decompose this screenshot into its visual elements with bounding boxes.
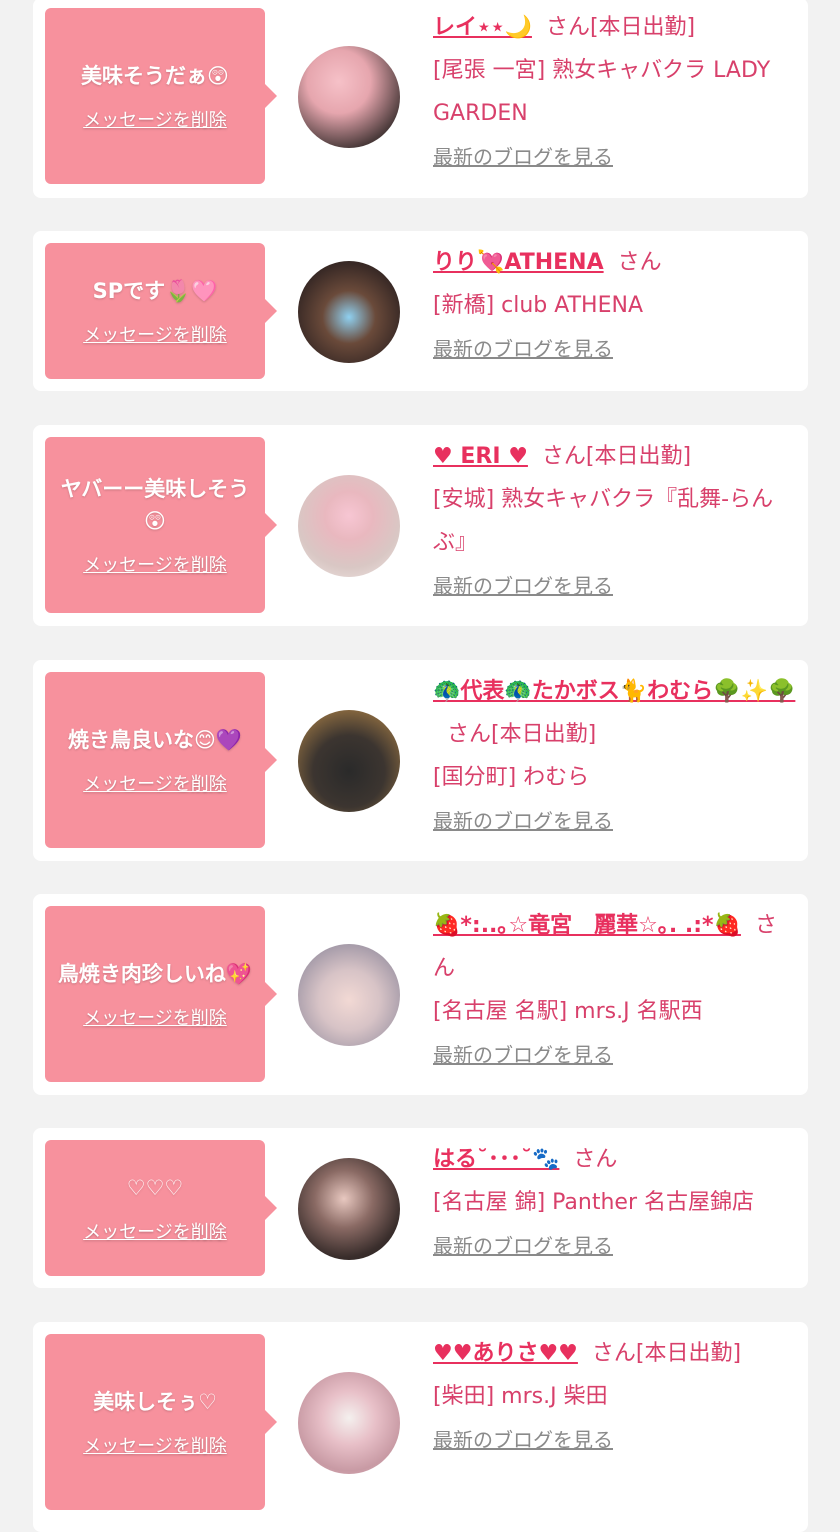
avatar[interactable] [298,261,400,363]
shop-name: [名古屋 名駅] mrs.J 名駅西 [433,999,703,1024]
message-card: SPです🌷🩷 メッセージを削除 りり💘ATHENA さん [新橋] club AT… [33,231,808,391]
cast-name-link[interactable]: りり💘ATHENA [433,250,604,275]
message-text: 美味しそぅ♡ [93,1390,217,1414]
delete-message-link[interactable]: メッセージを削除 [83,321,227,347]
delete-message-link[interactable]: メッセージを削除 [83,1004,227,1030]
name-line: りり💘ATHENA さん [433,241,798,284]
honorific: さん[本日出勤] [447,722,597,747]
avatar[interactable] [298,1158,400,1260]
shop-name: [安城] 熟女キャバクラ『乱舞-らんぶ』 [433,487,774,555]
cast-name-link[interactable]: レイ⋆⋆🌙 [433,15,532,40]
honorific: さん[本日出勤] [591,1341,742,1366]
cast-info: りり💘ATHENA さん [新橋] club ATHENA 最新のブログを見る [433,241,798,362]
message-text: 鳥焼き肉珍しいね💖 [57,962,253,986]
message-bubble: SPです🌷🩷 メッセージを削除 [45,243,277,379]
message-bubble: 美味そうだぁ😲 メッセージを削除 [45,8,277,184]
cast-info: 🦚代表🦚たかボス🐈わむら🌳✨🌳 さん[本日出勤] [国分町] わむら 最新のブログ… [433,670,798,834]
name-line: ♥ ERI ♥ さん[本日出勤] [433,435,798,478]
message-bubble: 美味しそぅ♡ メッセージを削除 [45,1334,277,1510]
view-blog-link[interactable]: 最新のブログを見る [433,1230,613,1259]
cast-info: はる˘･･･˘🐾 さん [名古屋 錦] Panther 名古屋錦店 最新のブログを… [433,1138,798,1259]
cast-name-link[interactable]: はる˘･･･˘🐾 [433,1147,559,1172]
avatar[interactable] [298,710,400,812]
cast-name-link[interactable]: ♥♥ありさ♥♥ [433,1341,578,1366]
honorific: さん[本日出勤] [545,15,696,40]
avatar[interactable] [298,944,400,1046]
message-card: 美味しそぅ♡ メッセージを削除 ♥♥ありさ♥♥ さん[本日出勤] [柴田] mrs… [33,1322,808,1532]
avatar[interactable] [298,475,400,577]
message-card: 美味そうだぁ😲 メッセージを削除 レイ⋆⋆🌙 さん[本日出勤] [尾張 一宮] 熟… [33,0,808,198]
honorific: さん[本日出勤] [541,444,692,469]
name-line: ♥♥ありさ♥♥ さん[本日出勤] [433,1332,798,1375]
avatar[interactable] [298,46,400,148]
message-bubble: ヤバーー美味しそう😲 メッセージを削除 [45,437,277,613]
delete-message-link[interactable]: メッセージを削除 [83,1432,227,1458]
shop-name: [国分町] わむら [433,765,590,790]
view-blog-link[interactable]: 最新のブログを見る [433,570,613,599]
shop-name: [新橋] club ATHENA [433,293,643,318]
message-card: ♡♡♡ メッセージを削除 はる˘･･･˘🐾 さん [名古屋 錦] Panther … [33,1128,808,1288]
delete-message-link[interactable]: メッセージを削除 [83,551,227,577]
message-bubble: ♡♡♡ メッセージを削除 [45,1140,277,1276]
view-blog-link[interactable]: 最新のブログを見る [433,333,613,362]
message-card: ヤバーー美味しそう😲 メッセージを削除 ♥ ERI ♥ さん[本日出勤] [安城]… [33,425,808,626]
cast-name-link[interactable]: ♥ ERI ♥ [433,444,528,469]
message-text: SPです🌷🩷 [92,279,218,303]
view-blog-link[interactable]: 最新のブログを見る [433,805,613,834]
view-blog-link[interactable]: 最新のブログを見る [433,1039,613,1068]
cast-info: 🍓*:..｡☆竜宮 麗華☆｡. .:*🍓 さん [名古屋 名駅] mrs.J 名駅… [433,904,798,1068]
shop-name: [尾張 一宮] 熟女キャバクラ LADY GARDEN [433,58,771,126]
message-text: 焼き鳥良いな😊💜 [67,728,243,752]
cast-info: レイ⋆⋆🌙 さん[本日出勤] [尾張 一宮] 熟女キャバクラ LADY GARDE… [433,6,798,170]
shop-name: [名古屋 錦] Panther 名古屋錦店 [433,1190,754,1215]
cast-name-link[interactable]: 🍓*:..｡☆竜宮 麗華☆｡. .:*🍓 [433,913,741,938]
message-card: 鳥焼き肉珍しいね💖 メッセージを削除 🍓*:..｡☆竜宮 麗華☆｡. .:*🍓 さ… [33,894,808,1095]
message-card: 焼き鳥良いな😊💜 メッセージを削除 🦚代表🦚たかボス🐈わむら🌳✨🌳 さん[本日出勤… [33,660,808,861]
delete-message-link[interactable]: メッセージを削除 [83,770,227,796]
honorific: さん [573,1147,618,1172]
honorific: さん [617,250,662,275]
name-line: はる˘･･･˘🐾 さん [433,1138,798,1181]
message-text: ♡♡♡ [126,1176,184,1200]
cast-name-link[interactable]: 🦚代表🦚たかボス🐈わむら🌳✨🌳 [433,679,795,704]
shop-name: [柴田] mrs.J 柴田 [433,1384,608,1409]
message-text: 美味そうだぁ😲 [81,64,229,88]
view-blog-link[interactable]: 最新のブログを見る [433,1424,613,1453]
delete-message-link[interactable]: メッセージを削除 [83,106,227,132]
message-text: ヤバーー美味しそう😲 [60,477,250,533]
message-bubble: 鳥焼き肉珍しいね💖 メッセージを削除 [45,906,277,1082]
view-blog-link[interactable]: 最新のブログを見る [433,141,613,170]
name-line: 🦚代表🦚たかボス🐈わむら🌳✨🌳 さん[本日出勤] [433,670,798,756]
avatar[interactable] [298,1372,400,1474]
name-line: レイ⋆⋆🌙 さん[本日出勤] [433,6,798,49]
message-bubble: 焼き鳥良いな😊💜 メッセージを削除 [45,672,277,848]
name-line: 🍓*:..｡☆竜宮 麗華☆｡. .:*🍓 さん [433,904,798,990]
cast-info: ♥♥ありさ♥♥ さん[本日出勤] [柴田] mrs.J 柴田 最新のブログを見る [433,1332,798,1453]
cast-info: ♥ ERI ♥ さん[本日出勤] [安城] 熟女キャバクラ『乱舞-らんぶ』 最新の… [433,435,798,599]
delete-message-link[interactable]: メッセージを削除 [83,1218,227,1244]
